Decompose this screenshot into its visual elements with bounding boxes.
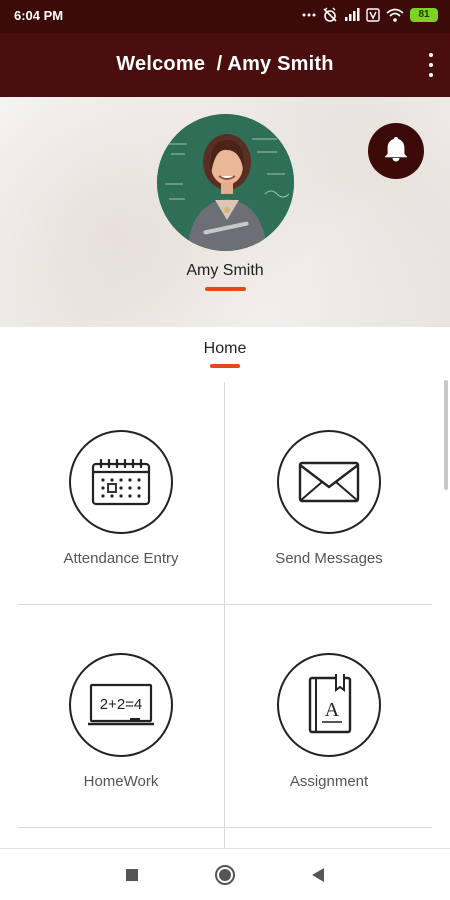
- status-icons: 81: [302, 7, 438, 23]
- app-title: Welcome / Amy Smith: [116, 53, 334, 75]
- system-nav-bar: [0, 848, 450, 900]
- tile-label: HomeWork: [83, 773, 159, 790]
- avatar[interactable]: [157, 114, 294, 251]
- chalkboard-text: 2+2=4: [100, 696, 143, 713]
- tab-home[interactable]: Home: [0, 340, 450, 358]
- envelope-icon: [277, 430, 381, 534]
- alarm-off-icon: [322, 7, 338, 23]
- back-triangle-icon[interactable]: [306, 863, 330, 887]
- tile-send-messages[interactable]: Send Messages: [226, 382, 432, 587]
- tile-homework[interactable]: 2+2=4 HomeWork: [18, 605, 224, 810]
- tab-home-indicator: [210, 364, 240, 368]
- status-time: 6:04 PM: [14, 8, 64, 23]
- profile-name: Amy Smith: [186, 262, 264, 279]
- tile-assignment[interactable]: A Assignment: [226, 605, 432, 810]
- tile-label: Assignment: [289, 773, 369, 790]
- calendar-icon: [69, 430, 173, 534]
- home-circle-icon[interactable]: [213, 863, 237, 887]
- grid-divider-vertical: [224, 382, 225, 848]
- more-vert-icon[interactable]: [426, 53, 436, 77]
- recents-square-icon[interactable]: [120, 863, 144, 887]
- volte-icon: [366, 8, 380, 22]
- profile-name-underline: [205, 287, 246, 291]
- wifi-icon: [386, 8, 404, 22]
- tile-label: Attendance Entry: [63, 550, 179, 567]
- status-bar: 6:04 PM 81: [0, 0, 450, 33]
- tile-attendance-entry[interactable]: Attendance Entry: [18, 382, 224, 587]
- book-letter: A: [325, 699, 340, 721]
- chalkboard-icon: 2+2=4: [69, 653, 173, 757]
- cell-signal-icon: [344, 8, 360, 22]
- tile-label: Send Messages: [275, 550, 383, 567]
- notification-button[interactable]: [368, 123, 424, 179]
- scrollbar[interactable]: [444, 380, 448, 490]
- book-icon: A: [277, 653, 381, 757]
- battery-icon: 81: [410, 8, 438, 22]
- app-bar: Welcome / Amy Smith: [0, 33, 450, 97]
- signal-dots-icon: [302, 10, 316, 20]
- profile-header: Amy Smith: [0, 97, 450, 327]
- grid-divider-horizontal: [18, 827, 432, 828]
- bell-icon: [383, 135, 409, 168]
